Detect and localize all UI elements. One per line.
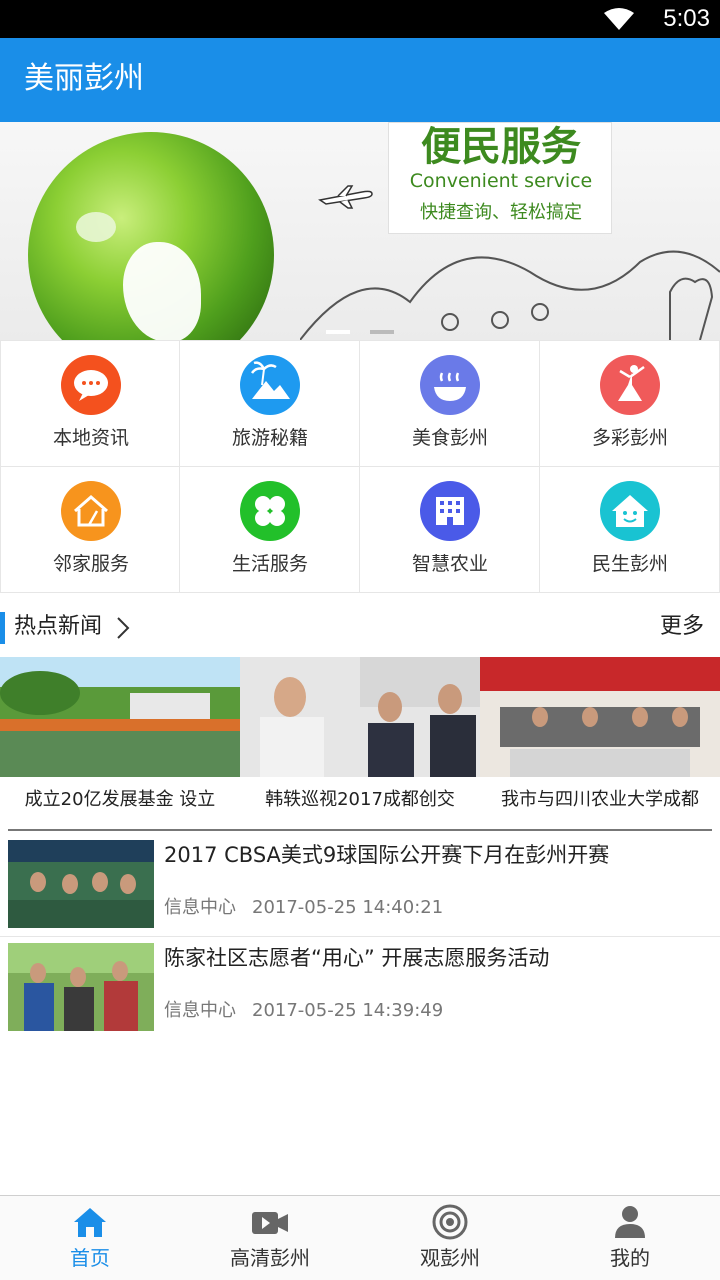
grid-item-food[interactable]: 美食彭州 (360, 341, 540, 467)
banner-tagline: 快捷查询、轻松搞定 (420, 202, 582, 223)
news-source: 信息中心 (164, 897, 236, 918)
nav-me[interactable]: 我的 (540, 1196, 720, 1280)
news-carousel: 成立20亿发展基金 设立 韩轶巡视2017成都创交 我市与四川农业大学成都 (0, 657, 720, 817)
app-title: 美丽彭州 (24, 61, 144, 96)
person-icon (615, 1206, 645, 1238)
nav-label: 高清彭州 (230, 1246, 310, 1270)
airplane-icon (318, 185, 373, 209)
target-eye-icon (432, 1204, 468, 1240)
hot-news-title[interactable]: 热点新闻 (14, 610, 102, 644)
grid-item-label: 民生彭州 (591, 553, 668, 575)
section-divider (8, 829, 712, 831)
grid-item-travel[interactable]: 旅游秘籍 (180, 341, 360, 467)
banner-title: 便民服务 (421, 124, 581, 170)
nav-label: 首页 (70, 1246, 110, 1270)
grid-item-label: 旅游秘籍 (231, 427, 308, 449)
grid-item-agriculture[interactable]: 智慧农业 (360, 467, 540, 593)
carousel-caption: 我市与四川农业大学成都 (501, 789, 699, 810)
building-icon (420, 481, 480, 541)
news-source: 信息中心 (164, 1000, 236, 1021)
news-timestamp: 2017-05-25 14:39:49 (252, 1000, 444, 1021)
grid-item-label: 本地资讯 (52, 427, 129, 449)
carousel-news-item[interactable]: 韩轶巡视2017成都创交 (240, 657, 480, 817)
carousel-caption: 韩轶巡视2017成都创交 (265, 789, 455, 810)
section-accent-bar (0, 612, 5, 644)
grid-item-life[interactable]: 生活服务 (180, 467, 360, 593)
carousel-caption: 成立20亿发展基金 设立 (24, 789, 216, 810)
globe-continent (123, 242, 201, 340)
grid-item-label: 智慧农业 (411, 553, 488, 575)
more-link[interactable]: 更多 (660, 610, 704, 644)
bottom-navigation: 首页 高清彭州 观彭州 我的 (0, 1195, 720, 1280)
nav-view-pengzhou[interactable]: 观彭州 (360, 1196, 540, 1280)
carousel-news-item[interactable]: 我市与四川农业大学成都 (480, 657, 720, 817)
video-camera-icon (252, 1212, 288, 1234)
banner-card: 便民服务 Convenient service 快捷查询、轻松搞定 (388, 122, 612, 234)
news-title: 陈家社区志愿者“用心” 开展志愿服务活动 (164, 946, 550, 970)
chat-bubbles-icon (61, 355, 121, 415)
palm-mountain-icon (240, 355, 300, 415)
news-thumbnail (8, 840, 154, 928)
home-icon (74, 1208, 106, 1237)
news-photo-lake (0, 657, 240, 777)
news-list-item[interactable]: 陈家社区志愿者“用心” 开展志愿服务活动 信息中心 2017-05-25 14:… (0, 943, 720, 1046)
news-photo-exhibition (240, 657, 480, 777)
globe-continent-small (76, 212, 116, 242)
carousel-news-item[interactable]: 成立20亿发展基金 设立 (0, 657, 240, 817)
nav-hd-pengzhou[interactable]: 高清彭州 (180, 1196, 360, 1280)
grid-item-label: 多彩彭州 (591, 427, 668, 449)
nav-home[interactable]: 首页 (0, 1196, 180, 1280)
smile-house-icon (600, 481, 660, 541)
news-photo-signing (480, 657, 720, 777)
mountain-sketch (300, 250, 720, 340)
house-broom-icon (61, 481, 121, 541)
grid-item-label: 美食彭州 (411, 427, 488, 449)
dancer-icon (600, 355, 660, 415)
status-bar: 5:03 (0, 0, 720, 38)
carousel-indicator (326, 330, 394, 334)
wifi-icon (604, 8, 634, 30)
grid-item-colorful[interactable]: 多彩彭州 (540, 341, 720, 467)
banner-subtitle: Convenient service (409, 170, 593, 192)
news-list-item[interactable]: 2017 CBSA美式9球国际公开赛下月在彭州开赛 信息中心 2017-05-2… (0, 840, 720, 943)
banner-carousel[interactable]: 便民服务 Convenient service 快捷查询、轻松搞定 (0, 122, 720, 340)
service-grid: 本地资讯 旅游秘籍 美食彭州 多彩彭州 邻家服务 生活服务 智慧农业 民生彭州 (0, 340, 720, 593)
news-timestamp: 2017-05-25 14:40:21 (252, 897, 444, 918)
app-bar: 美丽彭州 (0, 38, 720, 122)
clover-icon (240, 481, 300, 541)
news-title: 2017 CBSA美式9球国际公开赛下月在彭州开赛 (164, 843, 610, 867)
grid-item-livelihood[interactable]: 民生彭州 (540, 467, 720, 593)
grid-item-label: 生活服务 (231, 553, 308, 575)
nav-label: 我的 (610, 1246, 650, 1270)
grid-item-local-news[interactable]: 本地资讯 (0, 341, 180, 467)
grid-item-neighbor[interactable]: 邻家服务 (0, 467, 180, 593)
globe-illustration (28, 132, 274, 340)
hot-news-header: 热点新闻 更多 (0, 606, 720, 650)
list-separator (0, 936, 720, 937)
grid-item-label: 邻家服务 (52, 553, 129, 575)
news-thumbnail (8, 943, 154, 1031)
chevron-right-icon[interactable] (116, 616, 130, 640)
nav-label: 观彭州 (420, 1246, 480, 1270)
steaming-bowl-icon (420, 355, 480, 415)
status-time: 5:03 (663, 5, 710, 32)
